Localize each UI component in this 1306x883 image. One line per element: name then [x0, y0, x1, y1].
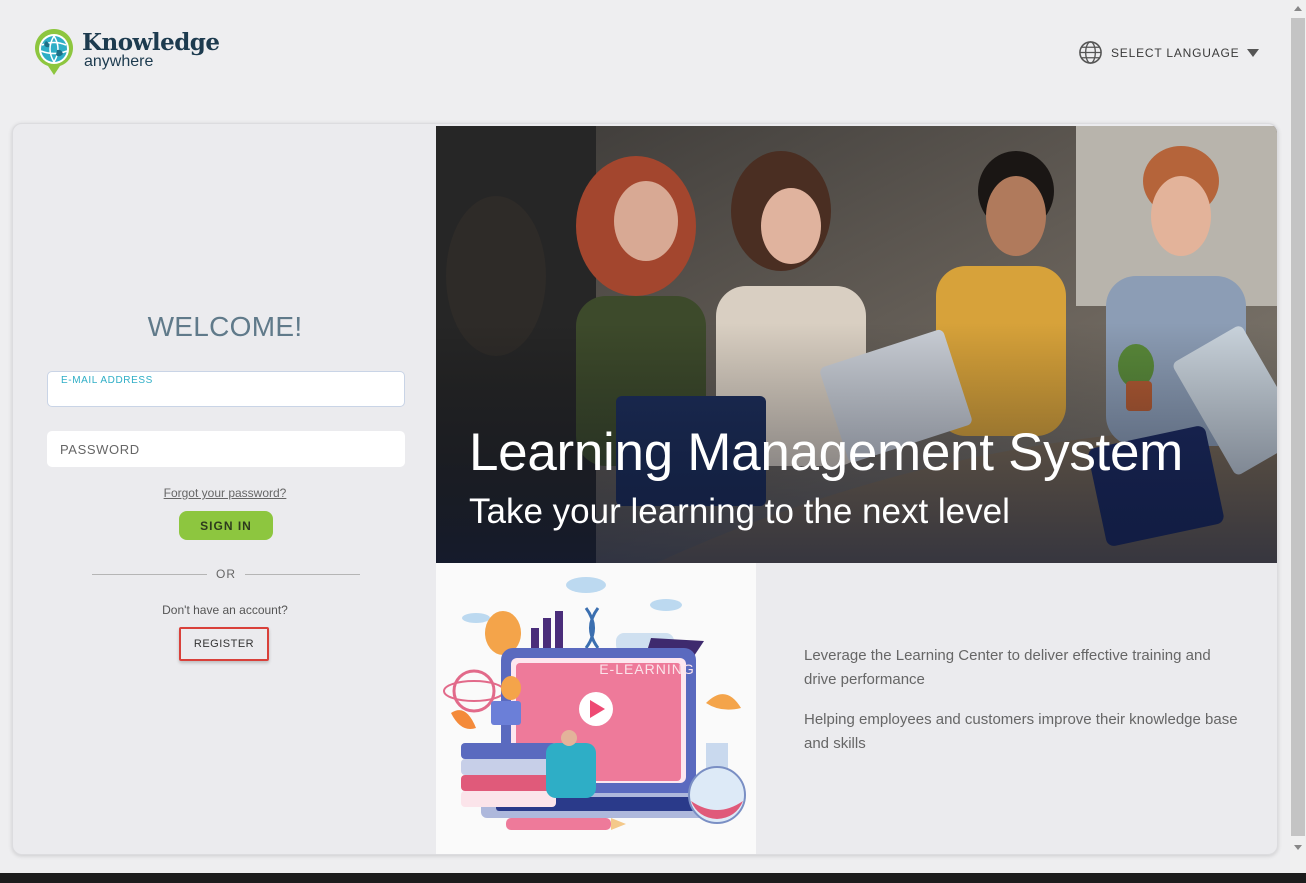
description-line-1: Leverage the Learning Center to deliver … [804, 647, 1211, 688]
scroll-up-icon[interactable] [1294, 6, 1302, 11]
scrollbar-thumb[interactable] [1291, 18, 1305, 836]
globe-logo-icon [35, 28, 73, 75]
email-label: E-MAIL ADDRESS [61, 375, 153, 386]
password-field[interactable] [47, 431, 405, 467]
language-selector[interactable]: SELECT LANGUAGE [1078, 40, 1260, 65]
or-divider: OR [92, 567, 360, 583]
elearning-graphic [443, 577, 746, 830]
hero-subtitle: Take your learning to the next level [469, 492, 1010, 531]
no-account-text: Don't have an account? [162, 603, 288, 617]
bottom-bar [0, 873, 1306, 883]
forgot-password-link[interactable]: Forgot your password? [13, 486, 437, 500]
elearning-screen-text: E-LEARNING [599, 661, 695, 677]
elearning-illustration: E-LEARNING [436, 563, 756, 854]
brand-name: Knowledge [82, 29, 220, 56]
hero-title: Learning Management System [469, 423, 1183, 482]
login-card: WELCOME! E-MAIL ADDRESS Forgot your pass… [12, 123, 1278, 855]
register-button[interactable]: REGISTER [179, 627, 269, 661]
language-label: SELECT LANGUAGE [1111, 45, 1240, 60]
email-field[interactable]: E-MAIL ADDRESS [47, 371, 405, 407]
description-line-2: Helping employees and customers improve … [804, 711, 1238, 752]
welcome-heading: WELCOME! [147, 311, 303, 342]
brand-tagline: anywhere [84, 53, 154, 70]
scroll-down-icon[interactable] [1294, 845, 1302, 850]
globe-icon [1079, 41, 1102, 64]
divider-line-right [245, 574, 360, 575]
brand-logo[interactable]: Knowledge anywhere [32, 28, 220, 76]
caret-down-icon [1247, 48, 1260, 57]
sign-in-button[interactable]: SIGN IN [179, 511, 273, 540]
hero-banner: Learning Management System Take your lea… [436, 126, 1277, 563]
